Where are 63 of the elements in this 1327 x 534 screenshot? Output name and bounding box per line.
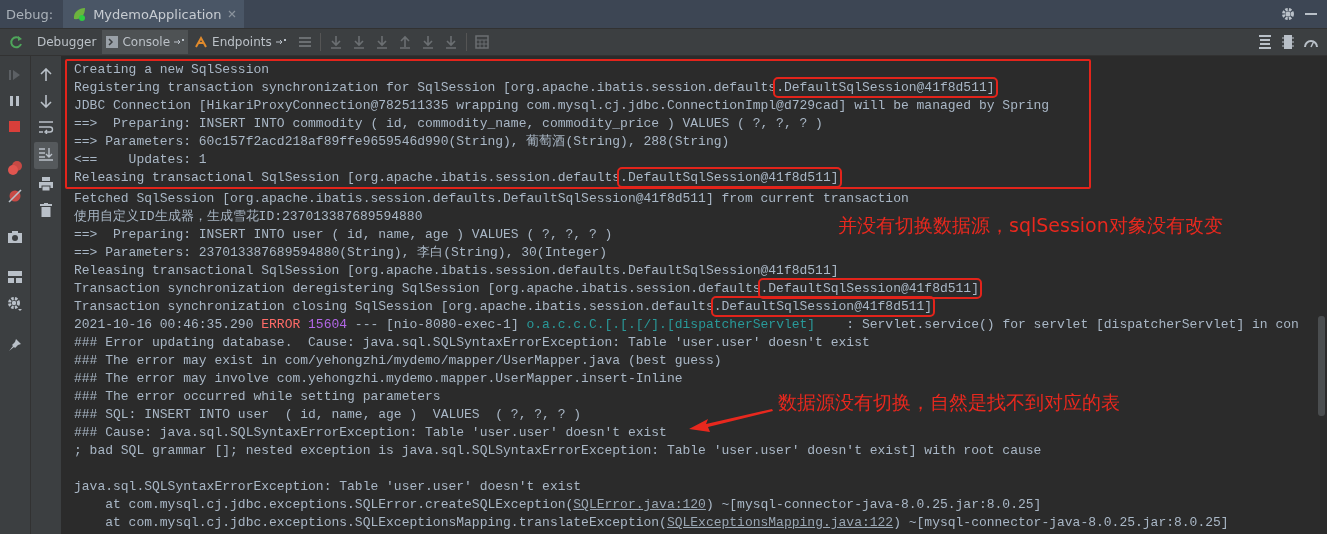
console-line: ==> Preparing: INSERT INTO commodity ( id, commodity_name, commodity_price ) VALUES ( ?, ?, ? ): [74, 115, 823, 133]
console-line: ### The error may exist in com/yehongzhi/mydemo/mapper/UserMapper.java (best guess): [73, 352, 722, 370]
breakpoints-icon[interactable]: [7, 160, 23, 176]
highlighted-text: .DefaultSqlSession@41f8d511]: [620, 170, 839, 185]
console-line: ==> Parameters: 60c157f2acd218af89ffe9659546d990(String), 葡萄酒(String), 288(String): [74, 133, 730, 151]
panel-label: Debug:: [6, 6, 54, 22]
soft-wrap-icon[interactable]: [38, 120, 54, 134]
console-line: Registering transaction synchronization for SqlSession [org.apache.ibatis.session.defaults.DefaultSqlSession@41f8d511]: [74, 79, 995, 97]
console-line: ### SQL: INSERT INTO user ( id, name, age ) VALUES ( ?, ?, ? ): [73, 406, 582, 424]
annotation-text: 数据源没有切换，自然是找不到对应的表: [778, 390, 1120, 415]
highlighted-text: .DefaultSqlSession@41f8d511]: [760, 281, 979, 296]
console-line: java.sql.SQLSyntaxErrorException: Table 'user.user' doesn't exist: [73, 478, 582, 496]
rerun-icon[interactable]: [8, 34, 24, 50]
console-line: ### Error updating database. Cause: java.sql.SQLSyntaxErrorException: Table 'user.user' doesn't exist: [73, 334, 870, 352]
camera-icon[interactable]: [7, 230, 23, 244]
scrollbar[interactable]: [1318, 316, 1325, 416]
console-line: ==> Parameters: 237013387689594880(String), 李白(String), 30(Integer): [73, 244, 608, 262]
console-line: ### The error occurred while setting parameters: [73, 388, 441, 406]
console-line: ==> Preparing: INSERT INTO user ( id, name, age ) VALUES ( ?, ?, ? ): [73, 226, 613, 244]
settings-icon[interactable]: [1281, 7, 1295, 21]
console-line: Releasing transactional SqlSession [org.apache.ibatis.session.defaults.DefaultSqlSession@41f8d511]: [74, 169, 839, 187]
trash-icon[interactable]: [40, 203, 52, 217]
console-line: at com.mysql.cj.jdbc.exceptions.SQLExceptionsMapping.translateException(SQLExceptionsMapping.java:122) ~[mysql-connector-java-8.0.25.jar:8.0.25]: [104, 514, 1229, 532]
source-link[interactable]: SQLExceptionsMapping.java:122: [666, 515, 894, 530]
console-line: 2021-10-16 00:46:35.290 ERROR 15604 --- [nio-8080-exec-1] o.a.c.c.C.[.[.[/].[dispatcherServlet] : Servlet.service() for servlet [dispatcherServlet] in con: [73, 316, 1299, 334]
console-line: ### The error may involve com.yehongzhi.mydemo.mapper.UserMapper.insert-Inline: [73, 370, 683, 388]
console-line: <== Updates: 1: [74, 151, 207, 169]
pin-tab-icon[interactable]: [174, 38, 185, 46]
mute-breakpoints-icon[interactable]: [7, 188, 23, 204]
leaf-icon: [71, 6, 88, 22]
console-line: Releasing transactional SqlSession [org.apache.ibatis.session.defaults.DefaultSqlSession@41f8d511]: [73, 262, 839, 280]
console-line: Transaction synchronization closing SqlSession [org.apache.ibatis.session.defaults.DefaultSqlSession@41f8d511]: [65, 298, 933, 316]
run-tab[interactable]: MydemoApplication: [63, 0, 244, 28]
down-arrow-icon[interactable]: [40, 94, 52, 108]
pin-icon[interactable]: [8, 338, 22, 352]
highlighted-text: .DefaultSqlSession@41f8d511]: [776, 80, 995, 95]
stack-icon[interactable]: [1257, 34, 1273, 50]
memory-icon[interactable]: [1280, 34, 1296, 50]
layout-icon[interactable]: [7, 270, 23, 284]
console-line: Creating a new SqlSession: [74, 61, 270, 79]
console-line: 使用自定义ID生成器，生成雪花ID:237013387689594880: [73, 208, 423, 226]
tool-tab[interactable]: Endpoints: [190, 30, 290, 54]
tool-tab[interactable]: Debugger: [33, 30, 101, 54]
print-icon[interactable]: [38, 177, 54, 191]
highlighted-text: .DefaultSqlSession@41f8d511]: [713, 299, 933, 314]
console-line: Fetched SqlSession [org.apache.ibatis.session.defaults.DefaultSqlSession@41f8d511] from current transaction: [73, 190, 909, 208]
tool-tab[interactable]: Console: [102, 30, 189, 54]
source-link[interactable]: SQLError.java:120: [573, 497, 706, 512]
console-line: ; bad SQL grammar []; nested exception is java.sql.SQLSyntaxErrorException: Table 'user.user' doesn't exist] with root cause: [73, 442, 1042, 460]
minimize-icon[interactable]: [1305, 12, 1317, 16]
scroll-to-end-icon: [38, 147, 54, 161]
settings-icon[interactable]: [7, 296, 23, 312]
pause-icon[interactable]: [8, 94, 22, 108]
endpoints-icon: [194, 35, 209, 49]
console-line: at com.mysql.cj.jdbc.exceptions.SQLError.createSQLException(SQLError.java:120) ~[mysql-connector-java-8.0.25.jar:8.0.25]: [104, 496, 1042, 514]
console-line: ### Cause: java.sql.SQLSyntaxErrorException: Table 'user.user' doesn't exist: [73, 424, 667, 442]
annotation-text: 并没有切换数据源，sqlSession对象没有改变: [838, 213, 1223, 238]
console-line: Transaction synchronization deregistering SqlSession [org.apache.ibatis.session.defaults.DefaultSqlSession@41f8d511]: [65, 280, 979, 298]
console-line: JDBC Connection [HikariProxyConnection@782511335 wrapping com.mysql.cj.jdbc.ConnectionImpl@d729cad] will be managed by Spring: [74, 97, 1050, 115]
console-icon: [106, 36, 119, 48]
scroll-to-end-toggle[interactable]: [34, 142, 58, 169]
pin-tab-icon[interactable]: [275, 38, 286, 46]
up-arrow-icon[interactable]: [40, 68, 52, 82]
